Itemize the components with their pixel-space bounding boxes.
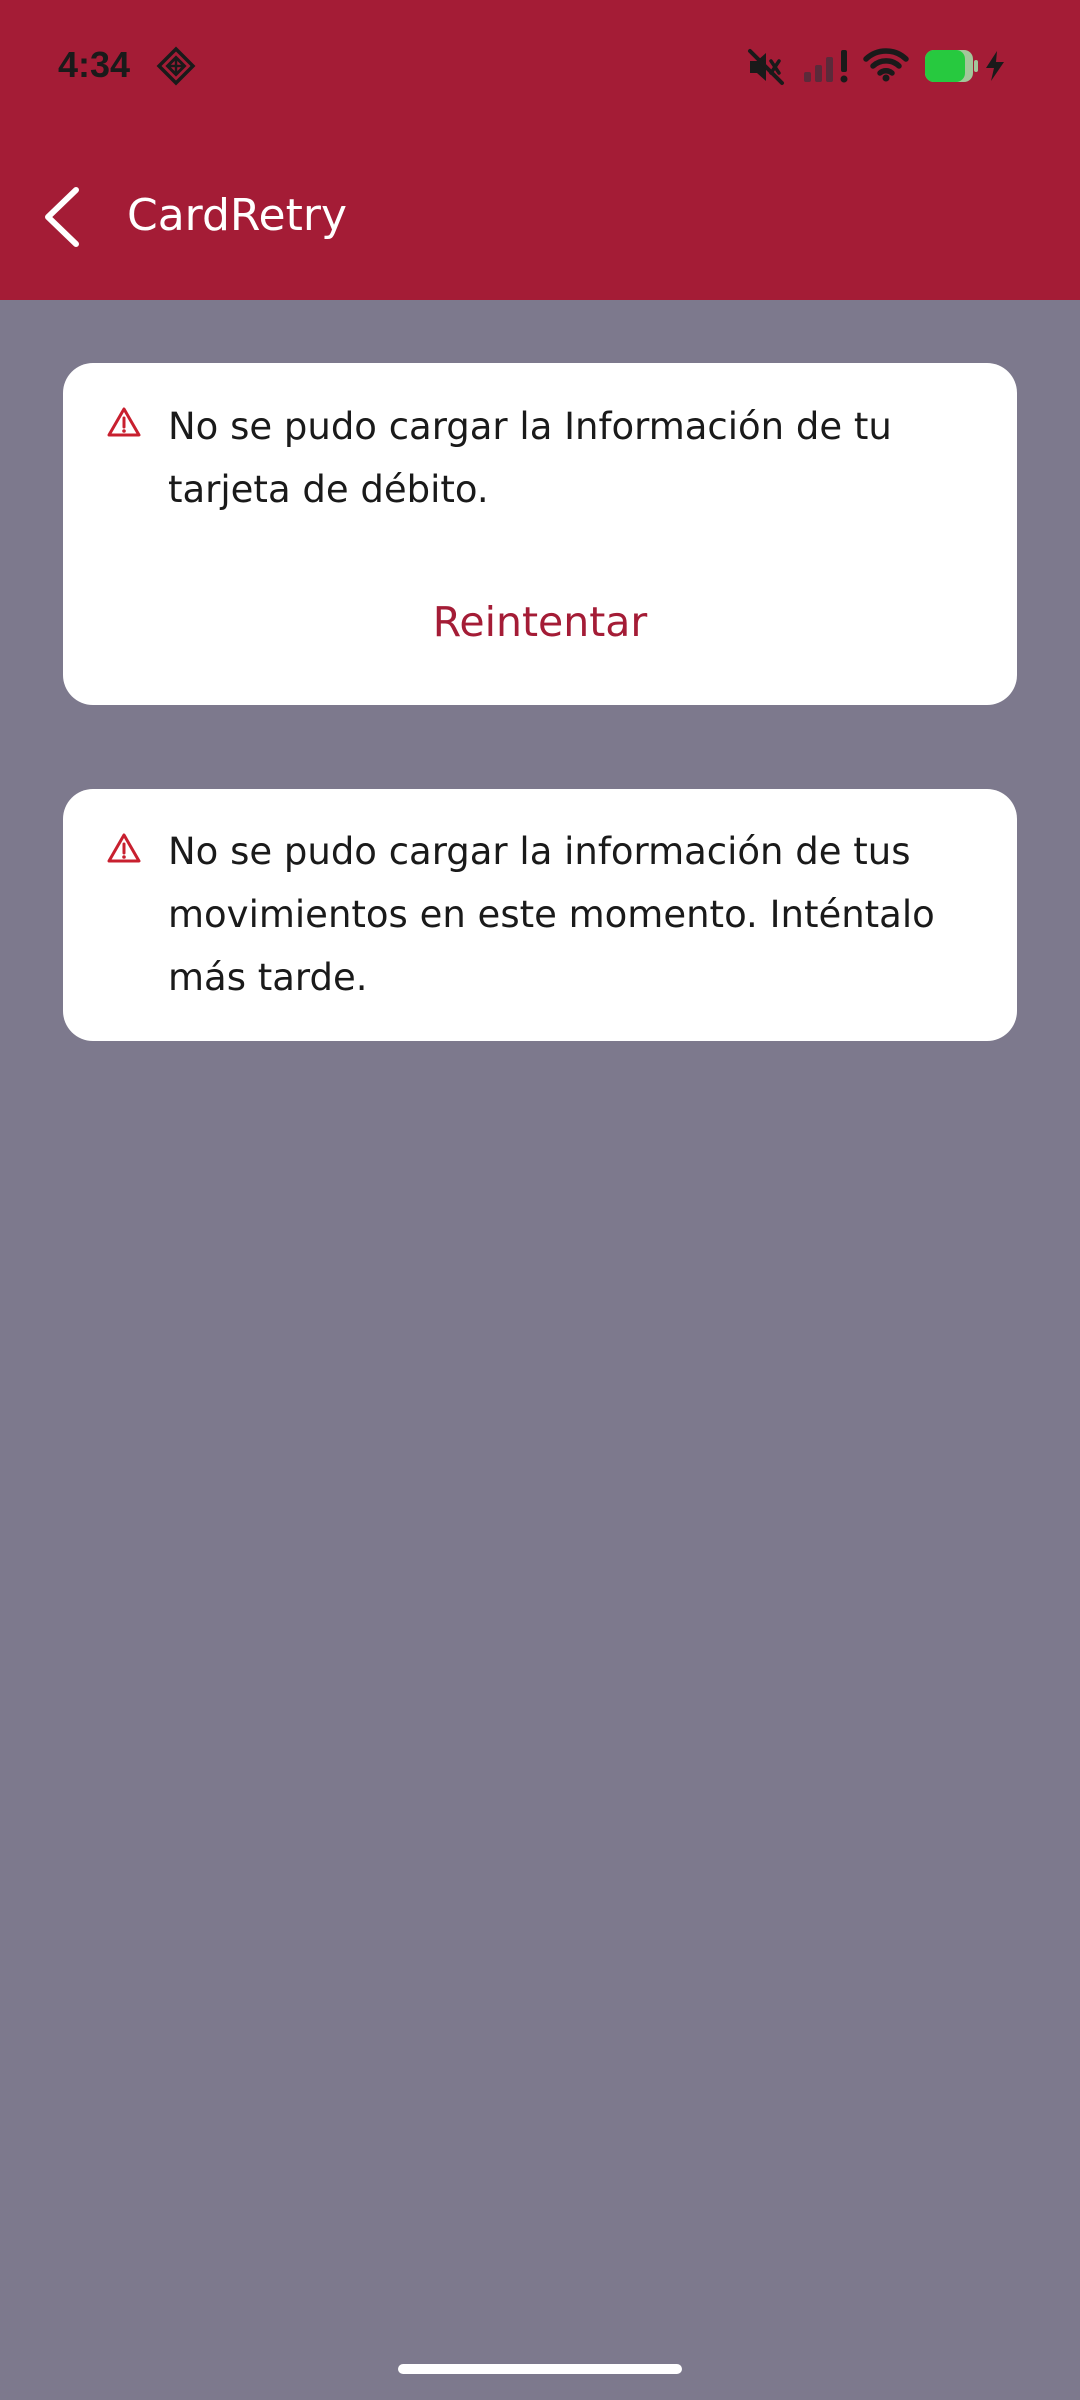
diamond-app-icon: [156, 46, 196, 90]
debit-card-error-line: No se pudo cargar la Información de tu: [168, 405, 892, 448]
transactions-error-line: movimientos en este momento. Inténtalo: [168, 893, 935, 936]
wifi-icon: [863, 46, 909, 86]
home-indicator[interactable]: [398, 2364, 682, 2374]
status-time: 4:34: [58, 44, 131, 85]
page-title: CardRetry: [127, 190, 347, 241]
charging-bolt-icon: [984, 50, 1006, 86]
battery-icon: [924, 48, 978, 88]
chevron-left-icon: [42, 186, 82, 252]
warning-icon: [106, 832, 142, 864]
warning-icon: [106, 406, 142, 438]
app-top-bar: 4:34 CardRetry: [0, 0, 1080, 300]
transactions-error-line: más tarde.: [168, 956, 368, 999]
cell-signal-icon: [802, 46, 854, 90]
debit-card-error-line: tarjeta de débito.: [168, 468, 489, 511]
retry-button[interactable]: Reintentar: [63, 580, 1017, 664]
transactions-error-line: No se pudo cargar la información de tus: [168, 830, 911, 873]
mute-icon: [746, 48, 786, 90]
back-button[interactable]: [30, 172, 100, 260]
